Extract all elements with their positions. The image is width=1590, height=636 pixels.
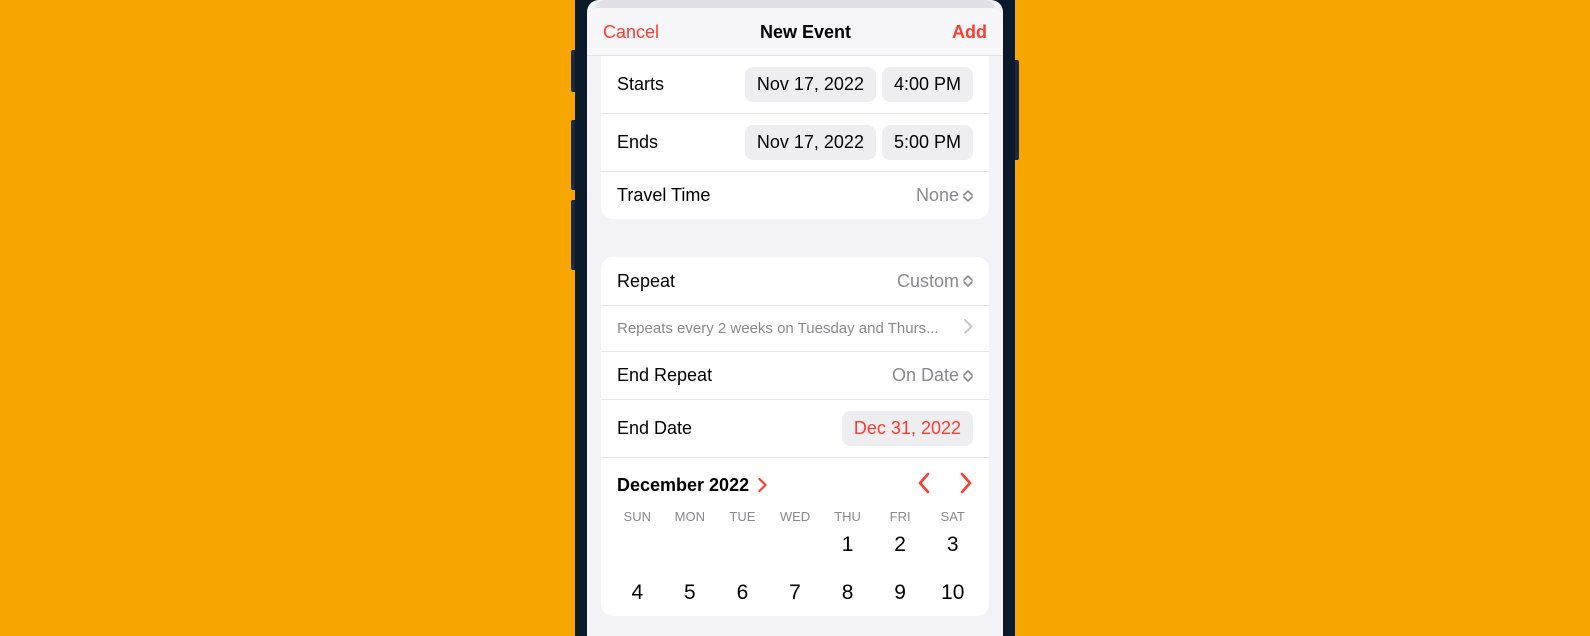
ends-row: Ends Nov 17, 2022 5:00 PM [601,113,989,171]
repeat-value: Custom [897,271,959,292]
calendar-day[interactable]: 5 [664,578,717,608]
calendar-day[interactable]: 9 [874,578,927,608]
chevron-right-icon [758,475,767,495]
end-repeat-value: On Date [892,365,959,386]
calendar-prev-button[interactable] [917,472,931,499]
calendar-header: December 2022 [601,457,989,509]
calendar-day[interactable]: 2 [874,530,927,560]
repeat-summary-row[interactable]: Repeats every 2 weeks on Tuesday and Thu… [601,305,989,351]
end-repeat-label: End Repeat [617,365,712,386]
weekday-label: WED [769,509,822,524]
travel-time-label: Travel Time [617,185,710,206]
ends-time-button[interactable]: 5:00 PM [882,125,973,160]
starts-label: Starts [617,74,664,95]
screen: Cancel New Event Add Starts Nov 17, 2022… [587,0,1003,636]
travel-time-value: None [916,185,959,206]
ends-label: Ends [617,132,658,153]
repeat-group: Repeat Custom Repeats every 2 weeks on T… [601,257,989,616]
weekday-label: THU [821,509,874,524]
calendar-day[interactable]: 10 [926,578,979,608]
end-date-button[interactable]: Dec 31, 2022 [842,411,973,446]
phone-frame: Cancel New Event Add Starts Nov 17, 2022… [575,0,1015,636]
volume-up-button [571,120,575,190]
ends-date-button[interactable]: Nov 17, 2022 [745,125,876,160]
weekday-label: FRI [874,509,927,524]
add-button[interactable]: Add [952,22,987,43]
repeat-row[interactable]: Repeat Custom [601,257,989,305]
nav-bar: Cancel New Event Add [587,8,1003,56]
updown-icon [963,190,973,202]
calendar-month-button[interactable]: December 2022 [617,475,767,496]
calendar-day-empty [769,530,822,560]
starts-row: Starts Nov 17, 2022 4:00 PM [601,56,989,113]
calendar-day-empty [664,530,717,560]
calendar-day[interactable]: 4 [611,578,664,608]
weekday-label: SAT [926,509,979,524]
volume-down-button [571,200,575,270]
end-date-label: End Date [617,418,692,439]
end-date-row: End Date Dec 31, 2022 [601,399,989,457]
calendar-day[interactable]: 8 [821,578,874,608]
travel-time-row[interactable]: Travel Time None [601,171,989,219]
end-repeat-row[interactable]: End Repeat On Date [601,351,989,399]
calendar-day-empty [611,530,664,560]
cancel-button[interactable]: Cancel [603,22,659,43]
new-event-modal: Cancel New Event Add Starts Nov 17, 2022… [587,8,1003,636]
power-button [1015,60,1019,160]
side-button [571,50,575,92]
chevron-right-icon [964,319,973,338]
calendar-day[interactable]: 1 [821,530,874,560]
weekday-label: SUN [611,509,664,524]
modal-content: Starts Nov 17, 2022 4:00 PM Ends Nov 17,… [587,56,1003,636]
time-group: Starts Nov 17, 2022 4:00 PM Ends Nov 17,… [601,56,989,219]
updown-icon [963,370,973,382]
weekday-label: MON [664,509,717,524]
starts-time-button[interactable]: 4:00 PM [882,67,973,102]
calendar-weekday-row: SUNMONTUEWEDTHUFRISAT [601,509,989,530]
calendar-day[interactable]: 7 [769,578,822,608]
calendar-next-button[interactable] [959,472,973,499]
calendar-days-grid: 123 45678910 [601,530,989,616]
calendar-day[interactable]: 3 [926,530,979,560]
repeat-label: Repeat [617,271,675,292]
calendar-day[interactable]: 6 [716,578,769,608]
modal-title: New Event [760,22,851,43]
calendar-month-label: December 2022 [617,475,749,495]
updown-icon [963,275,973,287]
weekday-label: TUE [716,509,769,524]
calendar-day-empty [716,530,769,560]
starts-date-button[interactable]: Nov 17, 2022 [745,67,876,102]
repeat-summary-text: Repeats every 2 weeks on Tuesday and Thu… [617,320,956,337]
